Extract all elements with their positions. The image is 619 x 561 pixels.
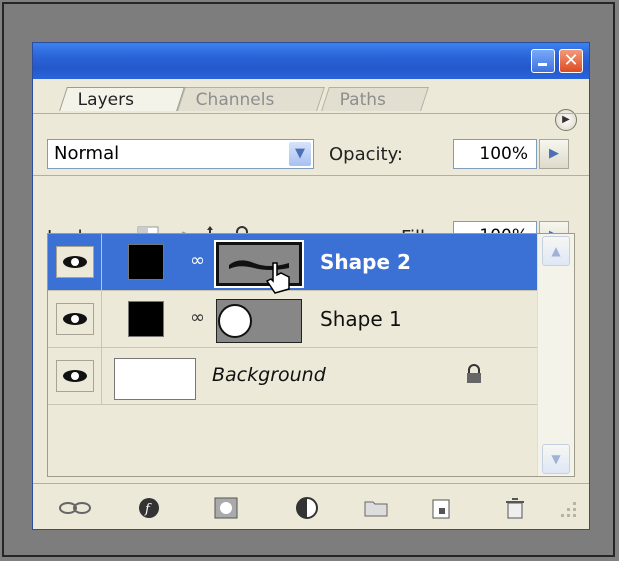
link-chain-icon[interactable]: ∞ [190,307,205,328]
layer-name: Shape 1 [320,307,402,331]
layer-mask-icon[interactable] [213,496,239,520]
vector-mask-thumbnail[interactable] [216,242,302,294]
layer-thumbnail [128,244,164,280]
opacity-input[interactable]: 100% [453,139,537,169]
tab-layers[interactable]: Layers [59,87,185,111]
scroll-down-icon[interactable]: ▼ [542,444,570,474]
layer-name: Shape 2 [320,250,411,274]
resize-grip-icon[interactable] [559,496,579,520]
opacity-slider-arrow-icon[interactable]: ▶ [539,139,569,169]
delete-layer-icon[interactable] [503,496,529,520]
link-layers-icon[interactable] [57,496,93,520]
minimize-icon[interactable] [531,49,555,73]
lock-icon [467,364,481,383]
visibility-eye-icon[interactable] [56,303,94,335]
visibility-eye-icon[interactable] [56,360,94,392]
panel-tabs: Paths Channels Layers [33,79,589,111]
new-layer-icon[interactable] [429,496,455,520]
adjustment-layer-icon[interactable] [295,496,321,520]
layers-list: ∞ Shape 2 ∞ Shape 1 Background ▲ ▼ [47,233,575,477]
vector-mask-thumbnail[interactable] [216,299,302,343]
new-group-icon[interactable] [363,496,389,520]
layer-row-shape-1[interactable]: ∞ Shape 1 [48,291,538,348]
mask-shape-icon [218,304,252,338]
layer-name: Background [212,364,326,386]
hand-cursor-icon [265,262,290,294]
layer-style-icon[interactable]: f [137,496,163,520]
blend-mode-value: Normal [54,143,120,164]
layer-thumbnail [128,301,164,337]
opacity-label: Opacity: [329,144,403,165]
divider [33,175,589,176]
tab-channels[interactable]: Channels [177,87,325,111]
layers-panel: ✕ Paths Channels Layers ▶ Normal ▼ Opaci… [32,42,590,530]
chevron-down-icon[interactable]: ▼ [289,142,311,166]
visibility-eye-icon[interactable] [56,246,94,278]
close-icon[interactable]: ✕ [559,49,583,73]
link-chain-icon[interactable]: ∞ [190,250,205,271]
panel-bottom-toolbar: f [33,483,589,529]
layer-row-background[interactable]: Background [48,348,538,405]
layer-thumbnail [114,358,196,400]
scroll-up-icon[interactable]: ▲ [542,236,570,266]
layers-scrollbar[interactable]: ▲ ▼ [537,234,574,476]
panel-titlebar[interactable]: ✕ [33,43,589,79]
blend-mode-select[interactable]: Normal ▼ [47,139,314,169]
layer-row-shape-2[interactable]: ∞ Shape 2 [48,234,538,294]
blend-row: Normal ▼ Opacity: 100% ▶ [33,113,589,169]
tab-paths[interactable]: Paths [321,87,429,111]
